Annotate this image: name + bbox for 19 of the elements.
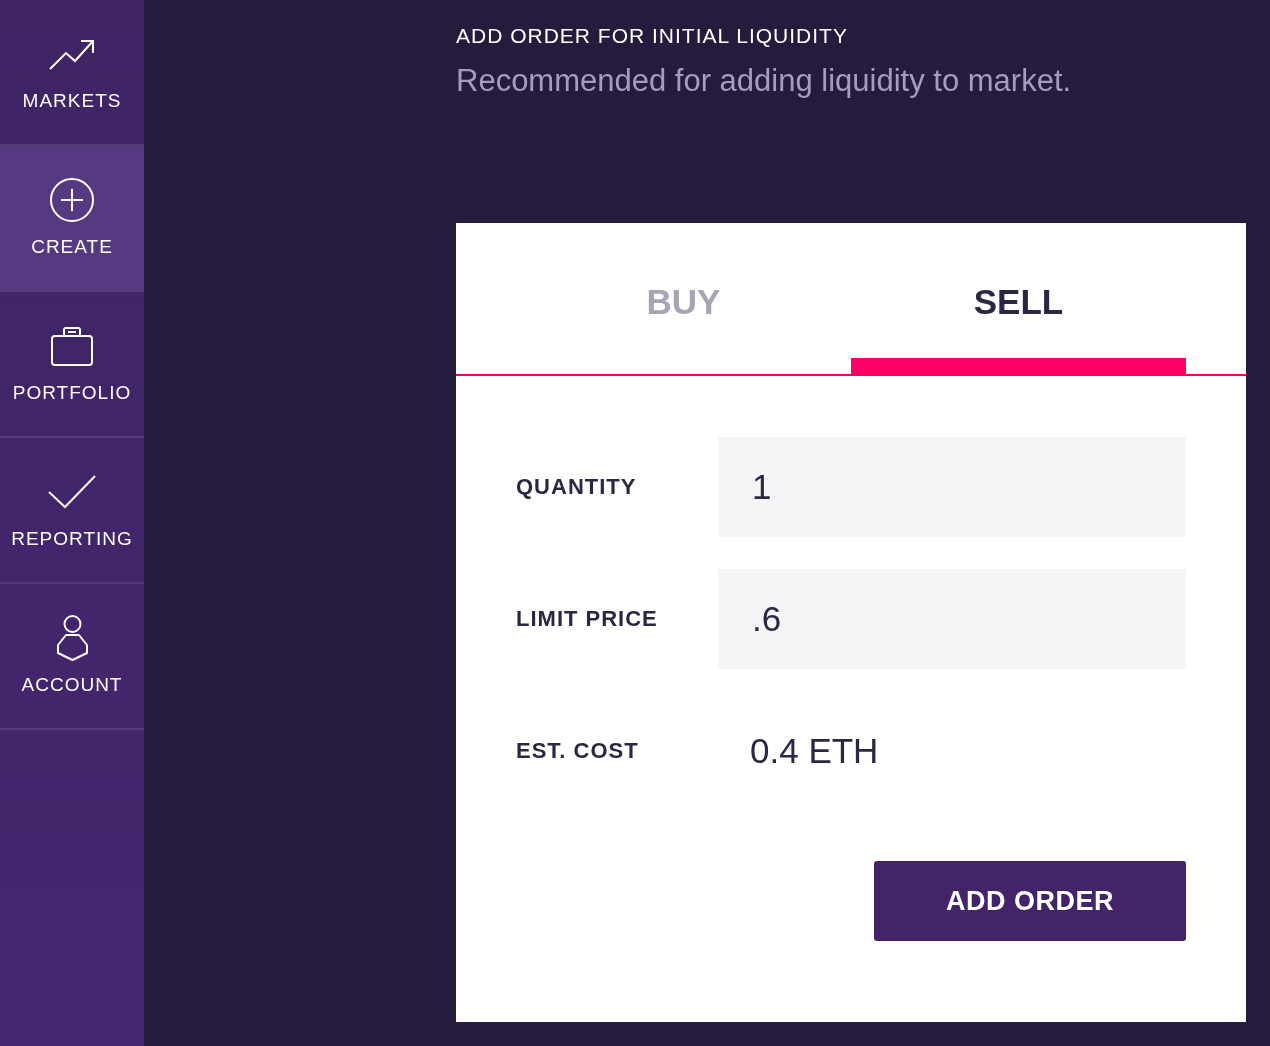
briefcase-icon <box>51 326 93 366</box>
sidebar-item[interactable]: REPORTING <box>0 438 144 584</box>
sidebar-item[interactable]: CREATE <box>0 146 144 292</box>
sidebar-item[interactable]: ACCOUNT <box>0 584 144 730</box>
field-label: EST. COST <box>516 738 640 764</box>
field-label: LIMIT PRICE <box>516 606 659 632</box>
order-tab[interactable]: SELL <box>851 223 1186 374</box>
input-field[interactable]: 1 <box>718 437 1186 537</box>
plus-circle-icon <box>50 178 94 222</box>
page-subtitle: Recommended for adding liquidity to market. <box>456 62 1072 100</box>
cost-value: 0.4 ETH <box>749 731 879 771</box>
checkmark-icon <box>48 475 96 509</box>
sidebar-item[interactable]: PORTFOLIO <box>0 292 144 438</box>
add-order-button[interactable]: ADD ORDER <box>874 861 1186 941</box>
trend-line-icon <box>49 38 95 70</box>
person-icon <box>56 615 88 661</box>
input-field[interactable]: .6 <box>718 569 1186 669</box>
field-label: QUANTITY <box>516 474 638 500</box>
page-title: ADD ORDER FOR INITIAL LIQUIDITY <box>456 24 848 48</box>
